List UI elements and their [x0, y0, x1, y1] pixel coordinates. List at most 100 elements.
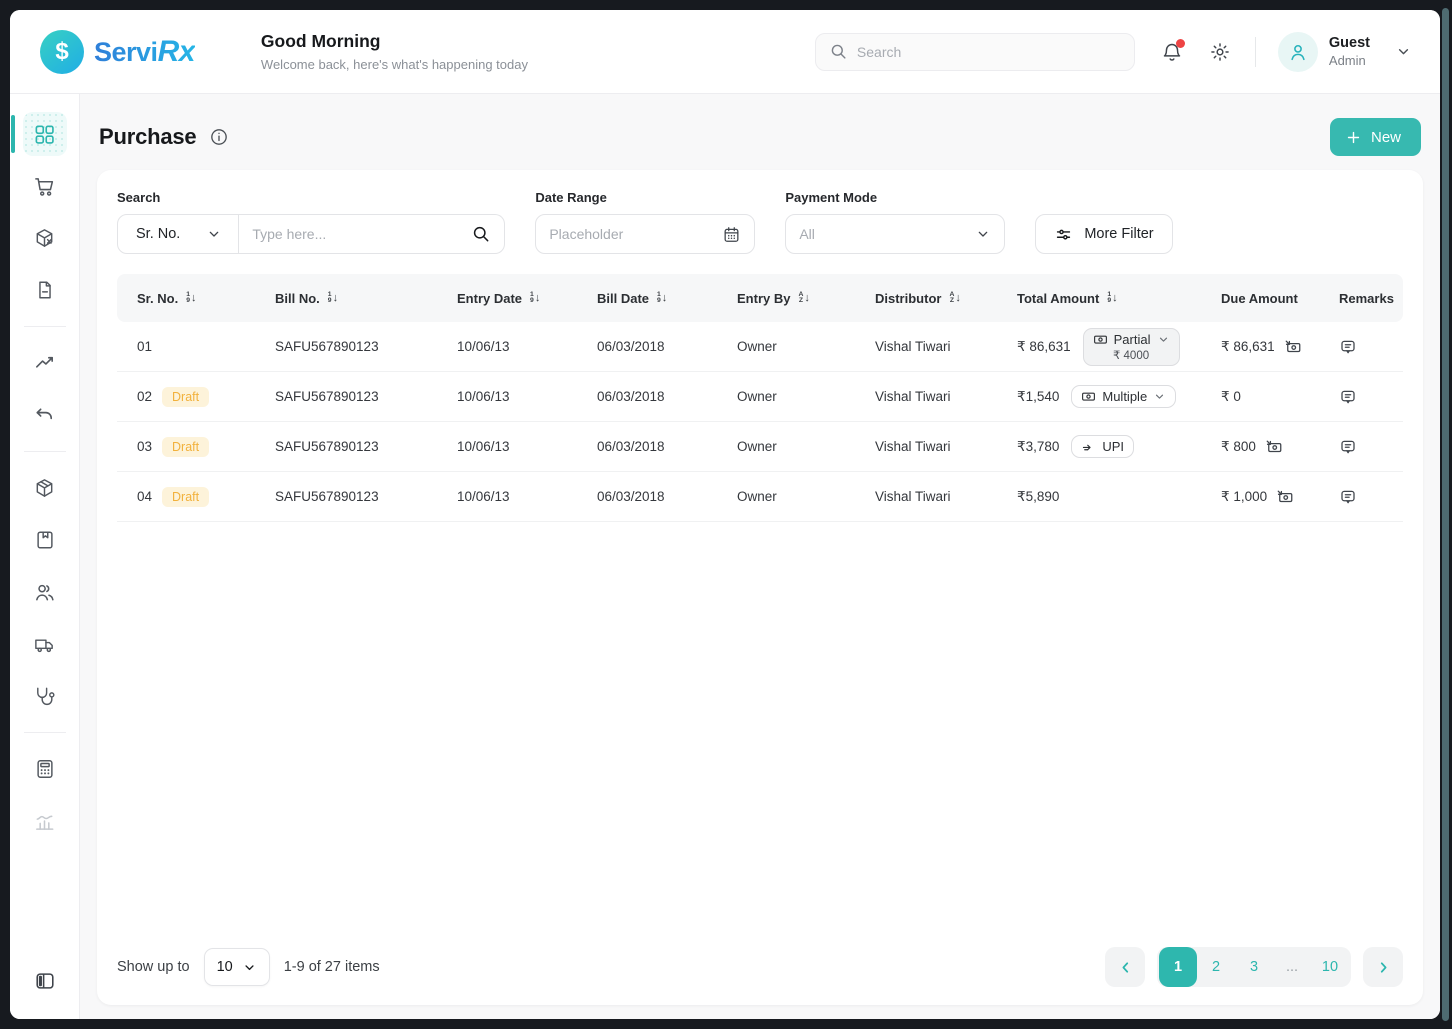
sidebar-item-doctors[interactable]	[23, 674, 67, 718]
page-title: Purchase	[99, 124, 196, 150]
search-field-selector[interactable]: Sr. No.	[117, 214, 239, 254]
page-ellipsis[interactable]: ...	[1273, 947, 1311, 987]
page-button-3[interactable]: 3	[1235, 947, 1273, 987]
partial-amount: ₹ 4000	[1113, 348, 1149, 362]
entry-date: 10/06/13	[457, 339, 597, 354]
notifications-button[interactable]	[1161, 41, 1183, 63]
remark-icon[interactable]	[1339, 388, 1357, 406]
page-button-2[interactable]: 2	[1197, 947, 1235, 987]
column-header-due-amount: Due Amount	[1221, 291, 1339, 306]
sidebar-divider	[24, 326, 66, 327]
date-range-field[interactable]	[535, 214, 755, 254]
table-row[interactable]: 01 SAFU567890123 10/06/13 06/03/2018 Own…	[117, 322, 1403, 372]
payment-mode-chip[interactable]: Partial ₹ 4000	[1083, 328, 1180, 366]
entry-date: 10/06/13	[457, 389, 597, 404]
sidebar-item-analytics[interactable]	[23, 799, 67, 843]
settings-button[interactable]	[1209, 41, 1231, 63]
brand-logo[interactable]: $ ServiRx	[40, 30, 195, 74]
draft-badge: Draft	[162, 487, 209, 507]
sidebar-item-inventory[interactable]	[23, 466, 67, 510]
record-payment-icon[interactable]	[1265, 438, 1283, 456]
payment-mode-select[interactable]: All	[785, 214, 1005, 254]
app-window: $ ServiRx Good Morning Welcome back, her…	[10, 10, 1440, 1019]
sidebar-item-documents[interactable]	[23, 268, 67, 312]
remark-icon[interactable]	[1339, 338, 1357, 356]
calendar-icon[interactable]	[722, 225, 741, 244]
sidebar-item-dashboard[interactable]	[23, 112, 67, 156]
user-menu[interactable]: Guest Admin	[1278, 32, 1412, 72]
pagination: 1 2 3 ... 10	[1105, 947, 1403, 987]
greeting-subtitle: Welcome back, here's what's happening to…	[261, 57, 528, 72]
distributor: Vishal Tiwari	[875, 489, 1017, 504]
total-amount: ₹1,540	[1017, 389, 1059, 405]
filter-bar: Search Sr. No.	[117, 190, 1403, 254]
greeting-block: Good Morning Welcome back, here's what's…	[261, 31, 528, 72]
due-amount: ₹ 1,000	[1221, 489, 1267, 505]
sort-numeric-icon[interactable]: 19↓	[530, 292, 540, 305]
remark-icon[interactable]	[1339, 438, 1357, 456]
plus-icon	[1345, 129, 1362, 146]
search-text-input[interactable]	[252, 226, 471, 242]
sidebar-item-accounting[interactable]	[23, 747, 67, 791]
search-filter-label: Search	[117, 190, 505, 205]
sidebar-divider	[24, 451, 66, 452]
sr-no: 01	[137, 339, 152, 354]
page-button-10[interactable]: 10	[1311, 947, 1349, 987]
sidebar-item-reports[interactable]	[23, 341, 67, 385]
sr-no: 02	[137, 389, 152, 404]
greeting-title: Good Morning	[261, 31, 528, 52]
sidebar-item-ledger[interactable]	[23, 518, 67, 562]
show-up-to-label: Show up to	[117, 959, 190, 975]
info-icon[interactable]	[209, 127, 229, 147]
payment-mode-chip[interactable]: Multiple	[1071, 385, 1176, 408]
sidebar-collapse-button[interactable]	[23, 959, 67, 1003]
person-icon	[1287, 41, 1309, 63]
collapse-panel-icon	[34, 970, 56, 992]
date-range-input[interactable]	[549, 226, 714, 242]
table-row[interactable]: 02Draft SAFU567890123 10/06/13 06/03/201…	[117, 372, 1403, 422]
total-amount: ₹3,780	[1017, 439, 1059, 455]
window-scrollbar[interactable]	[1442, 8, 1449, 1021]
table-row[interactable]: 03Draft SAFU567890123 10/06/13 06/03/201…	[117, 422, 1403, 472]
sidebar-item-returns[interactable]	[23, 216, 67, 260]
new-button[interactable]: New	[1330, 118, 1421, 156]
sidebar-item-customers[interactable]	[23, 570, 67, 614]
sort-numeric-icon[interactable]: 19↓	[1107, 292, 1117, 305]
bill-date: 06/03/2018	[597, 489, 737, 504]
previous-page-button[interactable]	[1105, 947, 1145, 987]
page-size-select[interactable]: 10	[204, 948, 270, 986]
table-row[interactable]: 04Draft SAFU567890123 10/06/13 06/03/201…	[117, 472, 1403, 522]
top-bar: $ ServiRx Good Morning Welcome back, her…	[10, 10, 1440, 94]
search-icon	[829, 42, 848, 61]
sort-alpha-icon[interactable]: AZ↓	[949, 292, 960, 305]
search-icon[interactable]	[471, 224, 491, 244]
remark-icon[interactable]	[1339, 488, 1357, 506]
payment-mode-chip[interactable]: UPI	[1071, 435, 1134, 458]
delivery-truck-icon	[33, 633, 56, 656]
calculator-icon	[34, 758, 56, 780]
entry-by: Owner	[737, 489, 875, 504]
record-payment-icon[interactable]	[1276, 488, 1294, 506]
global-search[interactable]	[815, 33, 1135, 71]
next-page-button[interactable]	[1363, 947, 1403, 987]
more-filter-button[interactable]: More Filter	[1035, 214, 1172, 254]
sort-numeric-icon[interactable]: 19↓	[186, 292, 196, 305]
table-header: Sr. No.19↓ Bill No.19↓ Entry Date19↓ Bil…	[117, 274, 1403, 322]
sidebar-item-purchases[interactable]	[23, 164, 67, 208]
sort-numeric-icon[interactable]: 19↓	[328, 292, 338, 305]
total-amount: ₹5,890	[1017, 489, 1059, 505]
global-search-input[interactable]	[857, 44, 1121, 60]
sort-numeric-icon[interactable]: 19↓	[657, 292, 667, 305]
entry-by: Owner	[737, 389, 875, 404]
bill-date: 06/03/2018	[597, 439, 737, 454]
sidebar-item-delivery[interactable]	[23, 622, 67, 666]
sidebar-item-sales-return[interactable]	[23, 393, 67, 437]
sort-alpha-icon[interactable]: AZ↓	[798, 292, 809, 305]
chevron-down-icon	[1157, 333, 1170, 346]
bill-no: SAFU567890123	[275, 489, 457, 504]
page-button-1[interactable]: 1	[1159, 947, 1197, 987]
header-divider	[1255, 37, 1256, 67]
draft-badge: Draft	[162, 387, 209, 407]
record-payment-icon[interactable]	[1284, 338, 1302, 356]
bill-no: SAFU567890123	[275, 339, 457, 354]
